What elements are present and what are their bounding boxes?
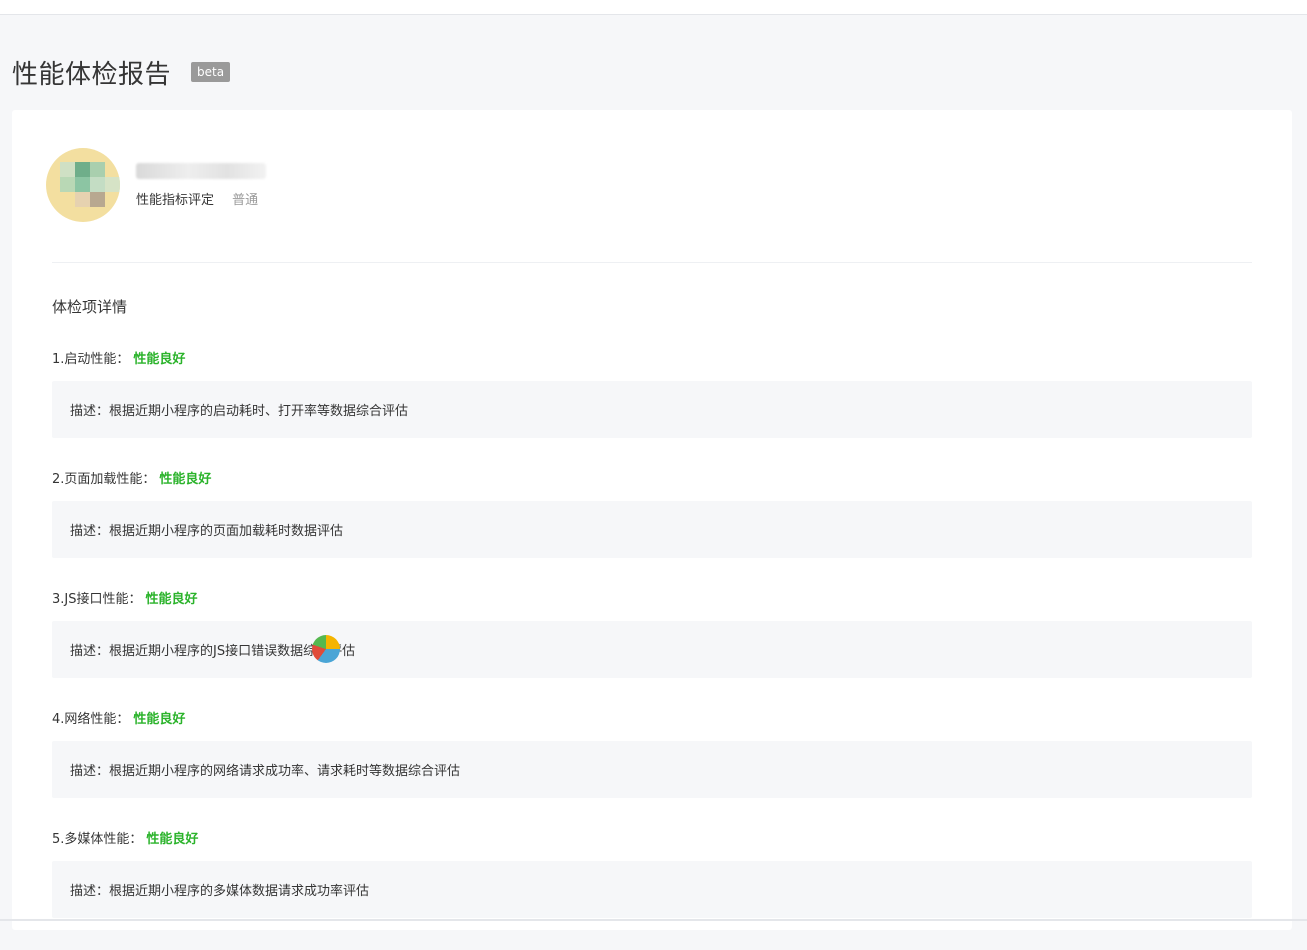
page-title: 性能体检报告 [12,59,172,90]
check-item-js-api: 3.JS接口性能： 性能良好 描述：根据近期小程序的JS接口错误数据综合评估 [52,590,1252,710]
item-description: 描述：根据近期小程序的网络请求成功率、请求耗时等数据综合评估 [52,741,1252,798]
check-items-list: 1.启动性能： 性能良好 描述：根据近期小程序的启动耗时、打开率等数据综合评估 2… [52,350,1252,950]
check-item-page-load: 2.页面加载性能： 性能良好 描述：根据近期小程序的页面加载耗时数据评估 [52,470,1252,590]
divider [52,262,1252,263]
check-item-multimedia: 5.多媒体性能： 性能良好 描述：根据近期小程序的多媒体数据请求成功率评估 [52,830,1252,950]
item-status: 性能良好 [133,352,186,367]
item-heading: 1.启动性能： 性能良好 [52,350,1252,370]
app-avatar [46,148,120,222]
item-heading: 5.多媒体性能： 性能良好 [52,830,1252,850]
item-heading: 2.页面加载性能： 性能良好 [52,470,1252,490]
item-status: 性能良好 [146,832,199,847]
item-label: 5.多媒体性能： [52,832,143,847]
section-title: 体检项详情 [52,298,128,316]
report-card: 性能指标评定 普通 体检项详情 1.启动性能： 性能良好 描述：根据近期小程序的启… [12,110,1292,930]
beta-badge: beta [191,62,231,82]
item-label: 2.页面加载性能： [52,472,156,487]
item-label: 3.JS接口性能： [52,592,142,607]
page-header: 性能体检报告 beta [12,52,231,92]
rating-value: 普通 [232,192,259,208]
item-heading: 4.网络性能： 性能良好 [52,710,1252,730]
rating-label: 性能指标评定 [136,192,215,208]
item-description: 描述：根据近期小程序的多媒体数据请求成功率评估 [52,861,1252,918]
item-description: 描述：根据近期小程序的启动耗时、打开率等数据综合评估 [52,381,1252,438]
profile-info: 性能指标评定 普通 [136,162,266,208]
item-heading: 3.JS接口性能： 性能良好 [52,590,1252,610]
app-name-redacted [136,162,266,179]
item-status: 性能良好 [145,592,198,607]
performance-rating: 性能指标评定 普通 [136,189,266,208]
item-status: 性能良好 [133,712,186,727]
item-label: 1.启动性能： [52,352,130,367]
check-item-network: 4.网络性能： 性能良好 描述：根据近期小程序的网络请求成功率、请求耗时等数据综合… [52,710,1252,830]
item-description: 描述：根据近期小程序的JS接口错误数据综合评估 [52,621,1252,678]
sticker-icon [312,635,340,663]
check-item-startup: 1.启动性能： 性能良好 描述：根据近期小程序的启动耗时、打开率等数据综合评估 [52,350,1252,470]
item-status: 性能良好 [159,472,212,487]
item-description: 描述：根据近期小程序的页面加载耗时数据评估 [52,501,1252,558]
top-navigation-bar [0,0,1307,15]
item-label: 4.网络性能： [52,712,130,727]
app-profile: 性能指标评定 普通 [46,148,266,222]
